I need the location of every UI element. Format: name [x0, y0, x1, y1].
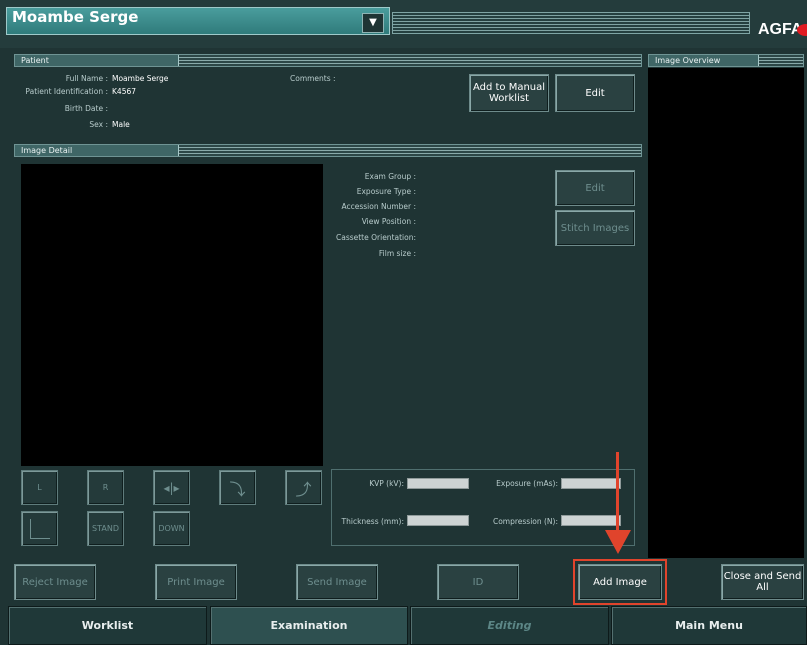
image-detail-header: Image Detail	[14, 144, 642, 157]
field-value-sex: Male	[112, 120, 130, 129]
field-label-sex: Sex :	[89, 120, 108, 129]
left-marker-button[interactable]: L	[21, 470, 58, 505]
comments-label: Comments :	[290, 74, 336, 83]
field-label-birth-date: Birth Date :	[64, 104, 108, 113]
tab-examination[interactable]: Examination	[210, 606, 408, 645]
image-overview-header: Image Overview	[648, 54, 804, 67]
add-image-highlight	[573, 559, 667, 605]
image-overview-title: Image Overview	[649, 55, 759, 66]
rotate-left-button[interactable]: ⤴	[285, 470, 322, 505]
id-button[interactable]: ID	[437, 564, 519, 600]
field-label-patient-id: Patient Identification :	[25, 87, 108, 96]
field-value-patient-id: K4567	[112, 87, 137, 96]
stand-marker-button[interactable]: STAND	[87, 511, 124, 546]
flip-horizontal-button[interactable]: ◂|▸	[153, 470, 190, 505]
exam-group-label: Exam Group :	[364, 172, 416, 181]
print-image-button[interactable]: Print Image	[155, 564, 237, 600]
flip-horizontal-icon: ◂|▸	[163, 480, 180, 495]
rotate-right-icon: ⤵	[229, 479, 246, 499]
arrow-annotation-line	[616, 452, 619, 532]
shutter-button[interactable]	[21, 511, 58, 546]
thickness-input[interactable]	[407, 515, 469, 526]
right-marker-button[interactable]: R	[87, 470, 124, 505]
stitch-images-button[interactable]: Stitch Images	[555, 210, 635, 246]
film-size-label: Film size :	[378, 249, 416, 258]
cassette-orientation-label: Cassette Orientation:	[335, 233, 416, 242]
patient-panel-title: Patient	[15, 55, 179, 66]
close-and-send-all-button[interactable]: Close and Send All	[721, 564, 804, 600]
shutter-icon	[29, 518, 50, 539]
tab-editing[interactable]: Editing	[410, 606, 609, 645]
patient-panel-header: Patient	[14, 54, 642, 67]
compression-label: Compression (N):	[492, 517, 558, 526]
rotate-right-button[interactable]: ⤵	[219, 470, 256, 505]
rotate-left-icon: ⤴	[295, 479, 312, 499]
field-label-full-name: Full Name :	[65, 74, 108, 83]
add-to-worklist-button[interactable]: Add to Manual Worklist	[469, 74, 549, 112]
accession-number-label: Accession Number :	[341, 202, 416, 211]
brand-logo-text: AGFA	[758, 21, 803, 38]
exposure-mas-input[interactable]	[561, 478, 621, 489]
thickness-label: Thickness (mm):	[341, 517, 404, 526]
arrow-down-icon	[605, 530, 631, 554]
image-detail-title: Image Detail	[15, 145, 179, 156]
chevron-down-icon[interactable]: ▼	[362, 13, 384, 33]
image-overview-area[interactable]	[648, 68, 804, 558]
send-image-button[interactable]: Send Image	[296, 564, 378, 600]
patient-edit-button[interactable]: Edit	[555, 74, 635, 112]
title-stripes	[392, 12, 750, 34]
exposure-mas-label: Exposure (mAs):	[496, 479, 558, 488]
field-value-full-name: Moambe Serge	[112, 74, 169, 83]
detail-edit-button[interactable]: Edit	[555, 170, 635, 206]
tab-main-menu[interactable]: Main Menu	[611, 606, 807, 645]
reject-image-button[interactable]: Reject Image	[14, 564, 96, 600]
view-position-label: View Position :	[361, 217, 416, 226]
tab-worklist[interactable]: Worklist	[8, 606, 207, 645]
compression-input[interactable]	[561, 515, 621, 526]
patient-name-title: Moambe Serge	[12, 8, 139, 26]
exposure-type-label: Exposure Type :	[356, 187, 416, 196]
kvp-label: KVP (kV):	[369, 479, 404, 488]
down-marker-button[interactable]: DOWN	[153, 511, 190, 546]
kvp-input[interactable]	[407, 478, 469, 489]
